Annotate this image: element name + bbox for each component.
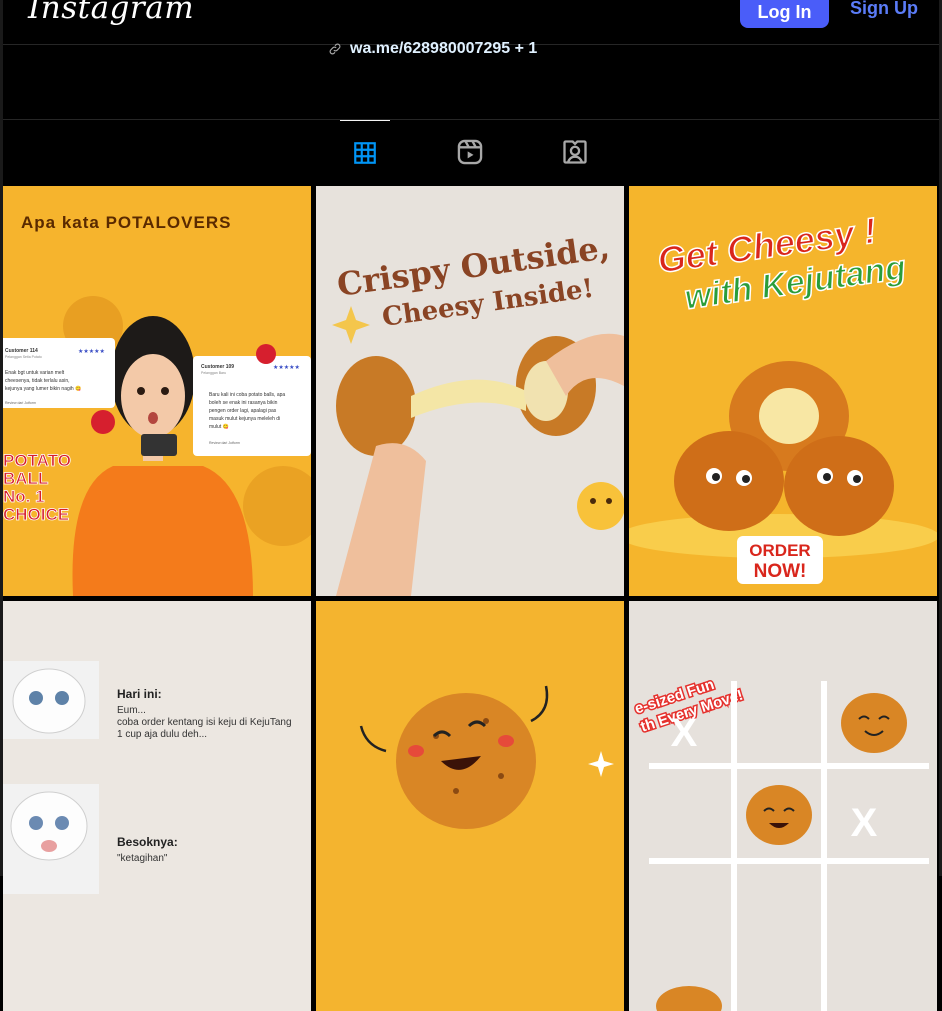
tab-posts[interactable] — [340, 120, 390, 185]
profile-tabs — [3, 119, 939, 186]
grid-icon — [354, 142, 376, 164]
reels-icon — [457, 139, 483, 165]
top-navigation-bar: Instagram Log In Sign Up — [0, 0, 942, 45]
tab-reels[interactable] — [445, 120, 495, 184]
tagged-icon — [563, 140, 587, 164]
post1-title: Apa kata POTALOVERS — [21, 213, 231, 232]
link-icon — [329, 43, 341, 55]
review1-sub: Pelanggan Setia Potato — [5, 355, 42, 359]
post-tile[interactable]: Apa kata POTALOVERS Customer 114 Pelangg… — [3, 186, 311, 596]
post4-today-line: Eum... — [117, 705, 146, 716]
instagram-logo[interactable]: Instagram — [28, 0, 194, 26]
post6-x-mark: X — [851, 801, 878, 845]
review1-source: Review dari Jotform — [5, 401, 36, 405]
post4-tomorrow-label: Besoknya: — [117, 835, 178, 849]
review2-stars: ★★★★★ — [273, 364, 300, 371]
review2-name: Customer 109 — [201, 364, 234, 370]
post1-badge-line: CHOICE — [3, 505, 69, 524]
tab-tagged[interactable] — [550, 120, 600, 184]
post1-badge-line: BALL — [3, 469, 48, 488]
post4-tomorrow-text: "ketagihan" — [117, 853, 168, 864]
review2-source: Review dari Jotform — [209, 441, 240, 445]
review2-line: masuk mulut kejunya meleleh di — [209, 416, 280, 422]
review1-stars: ★★★★★ — [78, 348, 105, 355]
post-tile[interactable] — [316, 601, 624, 1011]
review2-line: boleh se enak ini rasanya bikin — [209, 400, 278, 406]
login-button[interactable]: Log In — [740, 0, 829, 28]
post3-cta-line: ORDER — [749, 541, 810, 560]
post6-x-mark: X — [671, 711, 698, 755]
post1-badge-line: No. 1 — [3, 487, 45, 506]
post-tile[interactable]: Get Cheesy ! with Kejutang ORDER NOW! — [629, 186, 937, 596]
post4-today-line: coba order kentang isi keju di KejuTang — [117, 717, 292, 728]
review1-line: cheesenya, tidak terlalu asin, — [5, 378, 69, 384]
post3-cta-line: NOW! — [754, 561, 807, 582]
review2-line: mulut 😋 — [209, 423, 229, 430]
post-tile[interactable]: Hari ini: Eum... coba order kentang isi … — [3, 601, 311, 1011]
post-tile[interactable]: e-sized Fun th Every Move! X X — [629, 601, 937, 1011]
bio-link-text: wa.me/628980007295 + 1 — [350, 40, 538, 57]
review1-name: Customer 114 — [5, 348, 38, 354]
review2-line: Baru kali ini coba potato balls, apa — [209, 392, 285, 398]
signup-link[interactable]: Sign Up — [850, 0, 918, 19]
bio-link[interactable]: wa.me/628980007295 + 1 — [328, 40, 537, 58]
post1-badge-line: POTATO — [3, 451, 71, 470]
review2-sub: Pelanggan Baru — [201, 371, 226, 375]
post4-today-line: 1 cup aja dulu deh... — [117, 729, 207, 740]
review1-line: kejunya yang lumer bikin nagih 😋 — [5, 385, 81, 392]
post4-today-label: Hari ini: — [117, 687, 162, 701]
post-tile[interactable]: Crispy Outside, Cheesy Inside! — [316, 186, 624, 596]
review1-line: Enak bgt untuk varian melt — [5, 370, 65, 376]
review2-line: pengen order lagi, apalagi pas — [209, 408, 277, 414]
